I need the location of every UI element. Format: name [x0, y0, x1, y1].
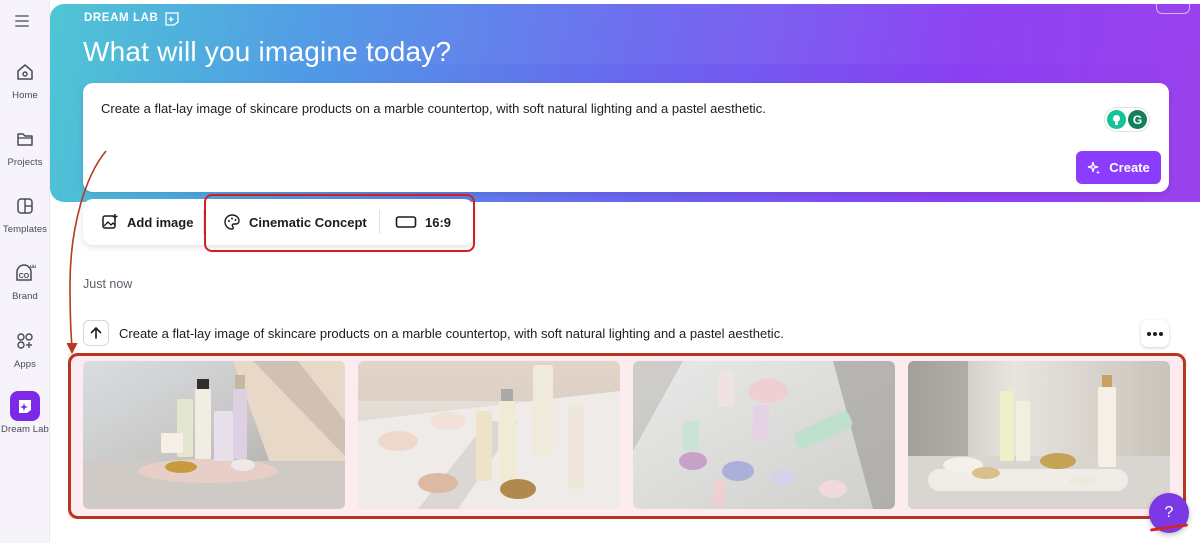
- sidebar-item-label: Dream Lab: [1, 424, 49, 435]
- grammarly-icon[interactable]: G: [1128, 110, 1147, 129]
- sidebar-item-label: Templates: [2, 224, 48, 235]
- apps-icon: [10, 326, 40, 356]
- sidebar-item-apps[interactable]: Apps: [0, 326, 50, 370]
- templates-icon: [10, 191, 40, 221]
- sidebar-item-brand[interactable]: CO Brand: [0, 258, 50, 302]
- sidebar-item-label: Home: [12, 90, 38, 101]
- create-button[interactable]: Create: [1076, 151, 1161, 184]
- dream-lab-brand: DREAM LAB: [84, 10, 180, 26]
- page-title: What will you imagine today?: [83, 36, 452, 67]
- lightbulb-icon[interactable]: [1107, 110, 1126, 129]
- help-label: ?: [1164, 504, 1174, 521]
- history-prompt-text: Create a flat-lay image of skincare prod…: [119, 325, 784, 341]
- sidebar-item-templates[interactable]: Templates: [0, 191, 50, 235]
- svg-text:CO: CO: [19, 273, 30, 280]
- more-dot: [1153, 331, 1157, 336]
- annotation-highlight-box: [204, 194, 475, 252]
- annotation-gallery-frame: [68, 353, 1186, 519]
- home-icon: [10, 57, 40, 87]
- more-dot: [1159, 331, 1163, 336]
- sidebar-item-projects[interactable]: Projects: [0, 124, 50, 168]
- sparkle-icon: [1088, 161, 1101, 174]
- grammarly-widget[interactable]: G: [1105, 108, 1149, 131]
- prompt-input[interactable]: Create a flat-lay image of skincare prod…: [101, 101, 766, 116]
- more-dot: [1147, 331, 1151, 336]
- sidebar-item-label: Brand: [12, 291, 38, 302]
- brand-label: DREAM LAB: [84, 12, 159, 24]
- create-button-label: Create: [1109, 160, 1150, 175]
- folder-icon: [10, 124, 40, 154]
- sidebar-item-dream-lab[interactable]: Dream Lab: [0, 391, 50, 435]
- brand-icon: CO: [10, 258, 40, 288]
- annotation-arrow: [66, 150, 107, 355]
- prompt-input-box[interactable]: Create a flat-lay image of skincare prod…: [83, 83, 1169, 192]
- more-options-button[interactable]: [1141, 320, 1169, 347]
- menu-icon[interactable]: [15, 15, 29, 27]
- dream-lab-icon: [10, 391, 40, 421]
- hero-corner-decoration: [1156, 4, 1190, 14]
- sidebar-item-label: Projects: [7, 157, 43, 168]
- history-prompt-row: Create a flat-lay image of skincare prod…: [83, 320, 784, 346]
- add-image-label: Add image: [127, 214, 194, 230]
- left-sidebar: Home Projects Templates CO Brand Apps Dr…: [0, 0, 50, 543]
- sidebar-item-label: Apps: [13, 359, 37, 370]
- sidebar-item-home[interactable]: Home: [0, 57, 50, 101]
- dream-lab-logo-icon: [165, 12, 180, 26]
